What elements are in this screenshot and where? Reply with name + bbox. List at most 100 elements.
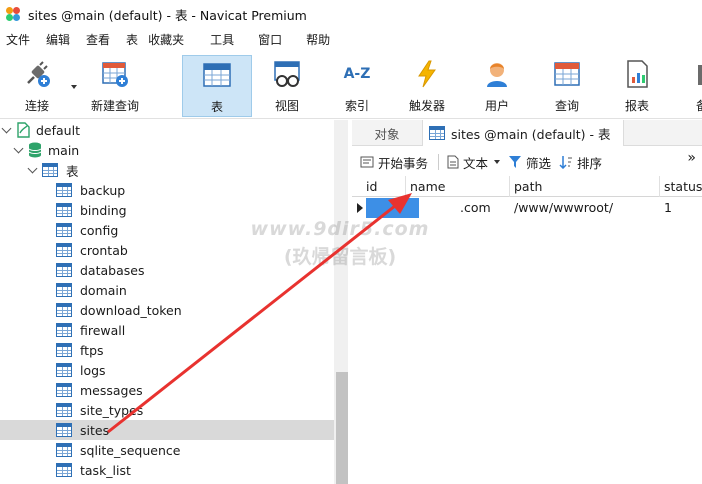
connect-dropdown-icon[interactable] [71,85,77,89]
menu-window[interactable]: 窗口 [252,28,300,53]
tree-table-messages[interactable]: messages [0,380,334,400]
tree-table-sqlite-sequence[interactable]: sqlite_sequence [0,440,334,460]
table-icon [202,60,232,90]
table-icon [56,203,72,217]
filter-icon [508,155,522,169]
table-icon [56,383,72,397]
table-icon [429,126,445,140]
table-tool-button[interactable]: 表 [182,55,252,117]
table-row[interactable]: .com /www/wwwroot/ 1 [352,198,702,218]
tree-tables-group[interactable]: 表 [0,160,334,180]
tree-table-backup[interactable]: backup [0,180,334,200]
column-header-status[interactable]: status [660,176,702,197]
grid-header: id name path status [352,176,702,197]
view-tool-button[interactable]: 视图 [256,55,318,117]
menu-edit[interactable]: 编辑 [40,28,80,53]
tree-database-label: main [48,142,80,158]
column-header-path[interactable]: path [510,176,660,197]
user-icon [482,59,512,89]
tree-table-binding[interactable]: binding [0,200,334,220]
filter-button[interactable]: 筛选 [508,153,551,172]
tree-table-label: firewall [80,322,126,338]
backup-tool-button[interactable]: 备 [676,55,702,117]
table-icon [56,223,72,237]
tree-table-label: ftps [80,342,104,358]
tree-table-site-types[interactable]: site_types [0,400,334,420]
chevron-down-icon[interactable] [2,125,12,135]
text-icon [447,155,459,169]
tree-table-label: logs [80,362,106,378]
backup-icon [696,59,702,89]
menu-file[interactable]: 文件 [0,28,40,53]
table-icon [56,403,72,417]
dropdown-caret-icon[interactable] [494,160,501,164]
cell-status[interactable]: 1 [660,198,702,218]
tree-database[interactable]: main [0,140,334,160]
chevron-down-icon[interactable] [28,165,38,175]
cell-path[interactable]: /www/wwwroot/ [510,198,660,218]
menu-table[interactable]: 表 [120,28,142,53]
transaction-icon [360,155,374,169]
table-icon [56,283,72,297]
user-tool-button[interactable]: 用户 [466,55,528,117]
lightning-icon [412,59,442,89]
connect-button[interactable]: 连接 [6,55,68,117]
tree-connection[interactable]: default [0,120,334,140]
table-icon [56,263,72,277]
tab-objects[interactable]: 对象 [352,120,422,146]
tree-table-ftps[interactable]: ftps [0,340,334,360]
tree-scrollbar-thumb[interactable] [336,372,348,484]
column-header-name[interactable]: name [406,176,510,197]
menu-help[interactable]: 帮助 [300,28,340,53]
menu-tools[interactable]: 工具 [204,28,252,53]
index-tool-button[interactable]: A-Z 索引 [326,55,388,117]
tree-tables-group-label: 表 [66,163,79,179]
watermark: www.9dir5.com (玖帰留言板) [250,218,430,268]
index-icon: A-Z [343,66,371,82]
query-tool-button[interactable]: 查询 [536,55,598,117]
menu-favorites[interactable]: 收藏夹 [142,28,204,53]
new-query-icon [100,59,130,89]
begin-transaction-button[interactable]: 开始事务 [360,153,428,172]
tree-table-label: binding [80,202,127,218]
tree-table-label: sqlite_sequence [80,442,181,458]
cell-name[interactable]: .com [420,198,510,218]
tree-table-domain[interactable]: domain [0,280,334,300]
cell-id-selected[interactable] [366,198,419,218]
tree-connection-label: default [36,122,80,138]
tree-table-label: site_types [80,402,144,418]
tree-table-task-list[interactable]: task_list [0,460,334,480]
tree-table-sites[interactable]: sites [0,420,334,440]
tab-sites-table[interactable]: sites @main (default) - 表 [422,120,624,146]
text-view-button[interactable]: 文本 [447,153,501,172]
table-icon [56,343,72,357]
trigger-tool-button[interactable]: 触发器 [396,55,458,117]
navicat-logo-icon [6,7,20,21]
report-tool-button[interactable]: 报表 [606,55,668,117]
tree-table-label: task_list [80,462,131,478]
column-header-id[interactable]: id [362,176,406,197]
separator [438,154,440,170]
connection-icon [16,122,30,138]
tree-table-label: backup [80,182,126,198]
database-icon [28,142,42,158]
navigation-tree: default main 表 backup binding config cronta… [0,120,334,484]
menu-view[interactable]: 查看 [80,28,120,53]
sort-button[interactable]: 排序 [559,153,602,172]
tree-table-label: download_token [80,302,182,318]
tree-table-label: messages [80,382,143,398]
table-icon [56,243,72,257]
main-toolbar: 连接 新建查询 表 视图 A-Z 索引 触发器 用户 查询 报表 [0,53,702,119]
title-bar: sites @main (default) - 表 - Navicat Prem… [0,0,702,28]
table-subtoolbar: 开始事务 文本 筛选 排序 » [352,148,702,176]
table-icon [56,363,72,377]
tree-table-label: crontab [80,242,128,258]
window-title: sites @main (default) - 表 - Navicat Prem… [28,7,307,23]
tree-table-download-token[interactable]: download_token [0,300,334,320]
tree-table-firewall[interactable]: firewall [0,320,334,340]
report-icon [622,59,652,89]
new-query-button[interactable]: 新建查询 [84,55,146,117]
tree-table-logs[interactable]: logs [0,360,334,380]
chevron-down-icon[interactable] [14,145,24,155]
more-options-icon[interactable]: » [687,150,696,166]
